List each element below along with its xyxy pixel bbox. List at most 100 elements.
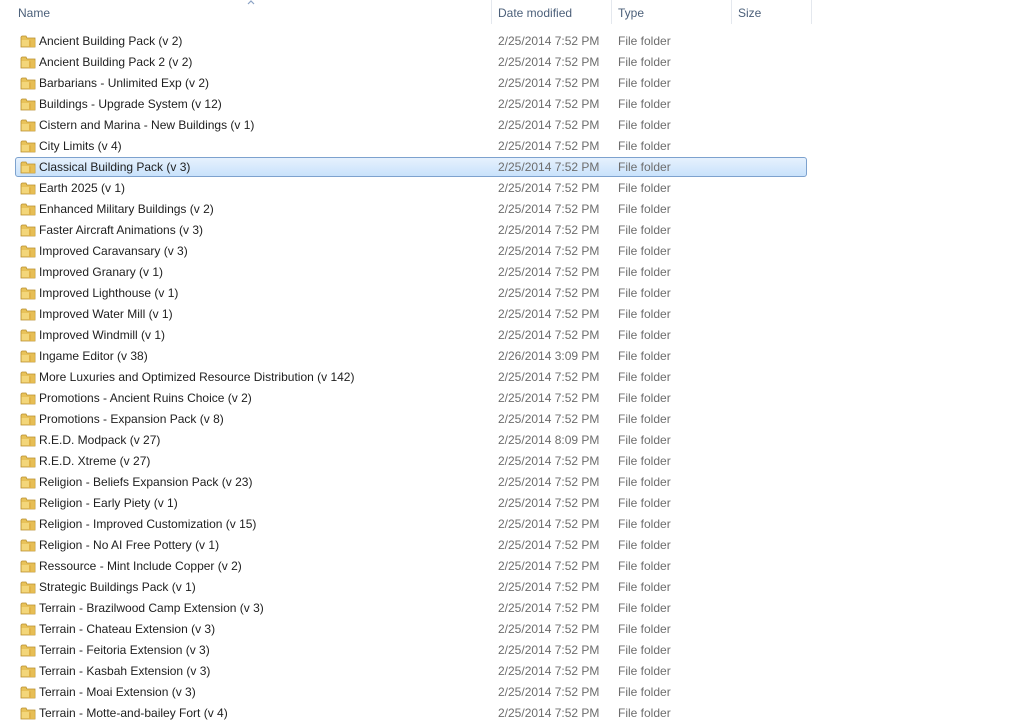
file-date-modified: 2/26/2014 3:09 PM	[498, 349, 600, 363]
file-type: File folder	[618, 412, 671, 426]
file-row[interactable]: Improved Caravansary (v 3) 2/25/2014 7:5…	[0, 241, 1033, 262]
file-row[interactable]: Cistern and Marina - New Buildings (v 1)…	[0, 115, 1033, 136]
file-date-modified: 2/25/2014 7:52 PM	[498, 370, 600, 384]
file-date-modified: 2/25/2014 7:52 PM	[498, 454, 600, 468]
file-type: File folder	[618, 496, 671, 510]
file-name: Religion - No AI Free Pottery (v 1)	[39, 538, 220, 552]
file-row[interactable]: R.E.D. Modpack (v 27) 2/25/2014 8:09 PM …	[0, 430, 1033, 451]
file-date-modified: 2/25/2014 7:52 PM	[498, 328, 600, 342]
file-type: File folder	[618, 517, 671, 531]
file-date-modified: 2/25/2014 7:52 PM	[498, 517, 600, 531]
file-row[interactable]: Religion - Beliefs Expansion Pack (v 23)…	[0, 472, 1033, 493]
file-name: Improved Lighthouse (v 1)	[39, 286, 179, 300]
folder-icon	[20, 287, 36, 300]
file-date-modified: 2/25/2014 7:52 PM	[498, 181, 600, 195]
file-name: Terrain - Motte-and-bailey Fort (v 4)	[39, 706, 228, 720]
file-row[interactable]: Ingame Editor (v 38) 2/26/2014 3:09 PM F…	[0, 346, 1033, 367]
column-header-type-label: Type	[618, 6, 645, 20]
file-name: Religion - Early Piety (v 1)	[39, 496, 178, 510]
folder-icon	[20, 182, 36, 195]
file-row[interactable]: Strategic Buildings Pack (v 1) 2/25/2014…	[0, 577, 1033, 598]
file-row[interactable]: Ancient Building Pack 2 (v 2) 2/25/2014 …	[0, 52, 1033, 73]
folder-icon	[20, 371, 36, 384]
folder-icon	[20, 455, 36, 468]
file-row[interactable]: Terrain - Kasbah Extension (v 3) 2/25/20…	[0, 661, 1033, 682]
file-row[interactable]: R.E.D. Xtreme (v 27) 2/25/2014 7:52 PM F…	[0, 451, 1033, 472]
file-row[interactable]: Barbarians - Unlimited Exp (v 2) 2/25/20…	[0, 73, 1033, 94]
file-row[interactable]: More Luxuries and Optimized Resource Dis…	[0, 367, 1033, 388]
file-type: File folder	[618, 601, 671, 615]
file-row[interactable]: Promotions - Ancient Ruins Choice (v 2) …	[0, 388, 1033, 409]
file-row[interactable]: Religion - Improved Customization (v 15)…	[0, 514, 1033, 535]
column-header-name-label: Name	[18, 6, 51, 20]
sort-ascending-arrow-icon	[247, 0, 255, 5]
file-date-modified: 2/25/2014 7:52 PM	[498, 664, 600, 678]
file-name: City Limits (v 4)	[39, 139, 122, 153]
file-row[interactable]: Faster Aircraft Animations (v 3) 2/25/20…	[0, 220, 1033, 241]
folder-icon	[20, 161, 36, 174]
file-name: Improved Water Mill (v 1)	[39, 307, 173, 321]
folder-icon	[20, 350, 36, 363]
file-row[interactable]: Terrain - Moai Extension (v 3) 2/25/2014…	[0, 682, 1033, 703]
file-type: File folder	[618, 706, 671, 720]
file-type: File folder	[618, 349, 671, 363]
column-header-size-label: Size	[738, 6, 762, 20]
file-row[interactable]: Improved Granary (v 1) 2/25/2014 7:52 PM…	[0, 262, 1033, 283]
folder-icon	[20, 392, 36, 405]
file-list: Ancient Building Pack (v 2) 2/25/2014 7:…	[0, 31, 1033, 724]
file-date-modified: 2/25/2014 7:52 PM	[498, 601, 600, 615]
file-row[interactable]: Religion - Early Piety (v 1) 2/25/2014 7…	[0, 493, 1033, 514]
file-name: Religion - Beliefs Expansion Pack (v 23)	[39, 475, 253, 489]
column-header-size[interactable]: Size	[732, 0, 812, 24]
file-type: File folder	[618, 286, 671, 300]
folder-icon	[20, 560, 36, 573]
file-row[interactable]: Buildings - Upgrade System (v 12) 2/25/2…	[0, 94, 1033, 115]
file-row[interactable]: Ancient Building Pack (v 2) 2/25/2014 7:…	[0, 31, 1033, 52]
file-row[interactable]: Terrain - Chateau Extension (v 3) 2/25/2…	[0, 619, 1033, 640]
column-header-date-label: Date modified	[498, 6, 573, 20]
file-row[interactable]: Enhanced Military Buildings (v 2) 2/25/2…	[0, 199, 1033, 220]
file-type: File folder	[618, 55, 671, 69]
file-date-modified: 2/25/2014 7:52 PM	[498, 685, 600, 699]
file-row[interactable]: Terrain - Brazilwood Camp Extension (v 3…	[0, 598, 1033, 619]
file-row[interactable]: Terrain - Feitoria Extension (v 3) 2/25/…	[0, 640, 1033, 661]
file-name: Religion - Improved Customization (v 15)	[39, 517, 257, 531]
file-type: File folder	[618, 265, 671, 279]
file-type: File folder	[618, 580, 671, 594]
file-row[interactable]: Improved Windmill (v 1) 2/25/2014 7:52 P…	[0, 325, 1033, 346]
file-type: File folder	[618, 76, 671, 90]
file-row[interactable]: Earth 2025 (v 1) 2/25/2014 7:52 PM File …	[0, 178, 1033, 199]
file-row[interactable]: Improved Lighthouse (v 1) 2/25/2014 7:52…	[0, 283, 1033, 304]
folder-icon	[20, 539, 36, 552]
file-row[interactable]: Religion - No AI Free Pottery (v 1) 2/25…	[0, 535, 1033, 556]
folder-icon	[20, 98, 36, 111]
file-type: File folder	[618, 307, 671, 321]
file-row[interactable]: Classical Building Pack (v 3) 2/25/2014 …	[0, 157, 1033, 178]
file-name: Improved Granary (v 1)	[39, 265, 164, 279]
column-header-date-modified[interactable]: Date modified	[492, 0, 612, 24]
file-date-modified: 2/25/2014 7:52 PM	[498, 118, 600, 132]
folder-icon	[20, 497, 36, 510]
file-name: Buildings - Upgrade System (v 12)	[39, 97, 222, 111]
folder-icon	[20, 140, 36, 153]
selection-highlight	[15, 136, 807, 156]
file-row[interactable]: City Limits (v 4) 2/25/2014 7:52 PM File…	[0, 136, 1033, 157]
file-date-modified: 2/25/2014 7:52 PM	[498, 223, 600, 237]
file-name: Terrain - Brazilwood Camp Extension (v 3…	[39, 601, 264, 615]
folder-icon	[20, 77, 36, 90]
file-date-modified: 2/25/2014 7:52 PM	[498, 34, 600, 48]
file-row[interactable]: Terrain - Motte-and-bailey Fort (v 4) 2/…	[0, 703, 1033, 724]
column-header-type[interactable]: Type	[612, 0, 732, 24]
file-name: R.E.D. Modpack (v 27)	[39, 433, 161, 447]
file-date-modified: 2/25/2014 7:52 PM	[498, 307, 600, 321]
file-type: File folder	[618, 433, 671, 447]
folder-icon	[20, 266, 36, 279]
folder-icon	[20, 245, 36, 258]
folder-icon	[20, 602, 36, 615]
folder-icon	[20, 35, 36, 48]
file-row[interactable]: Improved Water Mill (v 1) 2/25/2014 7:52…	[0, 304, 1033, 325]
file-row[interactable]: Ressource - Mint Include Copper (v 2) 2/…	[0, 556, 1033, 577]
file-row[interactable]: Promotions - Expansion Pack (v 8) 2/25/2…	[0, 409, 1033, 430]
file-type: File folder	[618, 160, 671, 174]
file-name: Improved Windmill (v 1)	[39, 328, 166, 342]
